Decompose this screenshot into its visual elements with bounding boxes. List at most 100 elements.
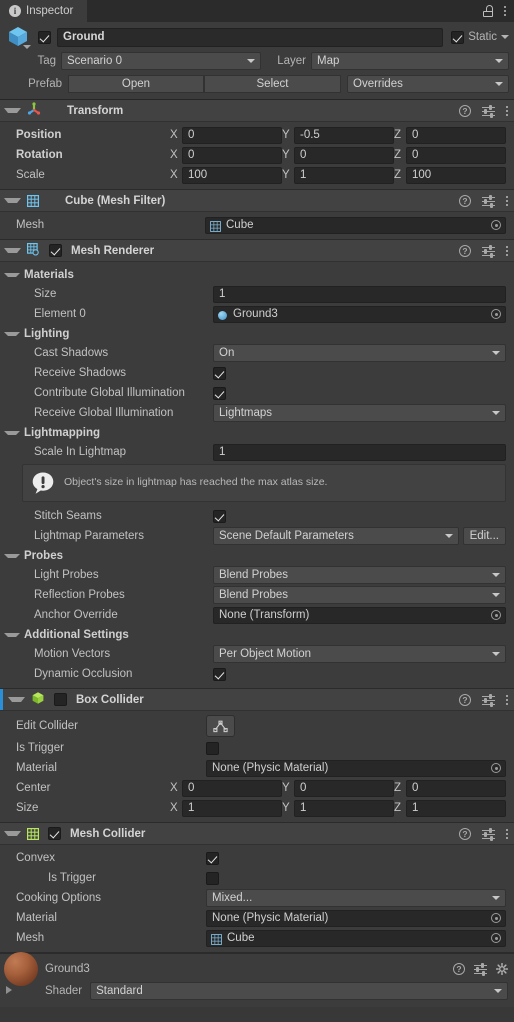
expand-triangle-icon[interactable] [4, 331, 20, 336]
receive-shadows-checkbox[interactable] [213, 366, 226, 380]
help-icon[interactable]: ? [459, 104, 471, 117]
box-material-object-field[interactable]: None (Physic Material) [206, 759, 506, 777]
dynamic-occlusion-checkbox[interactable] [213, 667, 226, 681]
object-picker-icon[interactable] [491, 913, 501, 923]
reflection-probes-dropdown[interactable]: Blend Probes [213, 586, 506, 604]
static-toggle-group[interactable]: Static [449, 30, 509, 44]
unlock-icon[interactable] [483, 5, 494, 17]
lightmap-parameters-edit-button[interactable]: Edit... [462, 527, 506, 545]
edit-collider-button[interactable] [206, 715, 235, 737]
materials-size-input[interactable]: 1 [213, 285, 506, 303]
help-icon[interactable]: ? [459, 244, 471, 257]
layer-dropdown[interactable]: Map [311, 52, 509, 70]
object-picker-icon[interactable] [491, 220, 501, 230]
cast-shadows-dropdown[interactable]: On [213, 344, 506, 362]
contribute-gi-checkbox[interactable] [213, 386, 226, 400]
expand-triangle-icon[interactable] [8, 697, 25, 702]
center-z-input[interactable]: 0 [406, 779, 506, 797]
is-trigger-checkbox[interactable] [206, 741, 219, 755]
expand-triangle-icon[interactable] [4, 632, 20, 637]
rotation-x-input[interactable]: 0 [182, 146, 282, 164]
prefab-open-button[interactable]: Open [68, 75, 204, 93]
preset-settings-icon[interactable] [474, 963, 487, 976]
expand-triangle-icon[interactable] [4, 272, 20, 277]
expand-triangle-icon[interactable] [4, 108, 21, 113]
position-y-input[interactable]: -0.5 [294, 126, 394, 144]
expand-triangle-icon[interactable] [4, 831, 21, 836]
gameobject-enabled-checkbox[interactable] [38, 30, 51, 44]
help-icon[interactable]: ? [459, 693, 471, 706]
object-picker-icon[interactable] [491, 309, 501, 319]
box-collider-enabled-checkbox[interactable] [54, 693, 67, 706]
gameobject-cube-icon[interactable] [6, 25, 32, 49]
center-y-input[interactable]: 0 [294, 779, 394, 797]
gear-icon[interactable] [495, 962, 509, 976]
rotation-y-input[interactable]: 0 [294, 146, 394, 164]
preset-settings-icon[interactable] [482, 693, 495, 707]
motion-vectors-dropdown[interactable]: Per Object Motion [213, 645, 506, 663]
rotation-z-input[interactable]: 0 [406, 146, 506, 164]
help-icon[interactable]: ? [459, 827, 471, 840]
tag-dropdown[interactable]: Scenario 0 [61, 52, 261, 70]
scale-x-input[interactable]: 100 [182, 166, 282, 184]
scale-y-input[interactable]: 1 [294, 166, 394, 184]
kebab-menu-icon[interactable] [506, 105, 508, 116]
preset-settings-icon[interactable] [482, 194, 495, 208]
position-z-input[interactable]: 0 [406, 126, 506, 144]
mesh-collider-enabled-checkbox[interactable] [48, 827, 61, 840]
size-x-input[interactable]: 1 [182, 799, 282, 817]
cooking-options-dropdown[interactable]: Mixed... [206, 889, 506, 907]
section-additional-settings[interactable]: Additional Settings [0, 625, 514, 644]
scale-z-input[interactable]: 100 [406, 166, 506, 184]
section-lightmapping[interactable]: Lightmapping [0, 423, 514, 442]
gameobject-name-input[interactable]: Ground [57, 27, 444, 47]
component-header[interactable]: Cube (Mesh Filter) ? [0, 190, 514, 212]
component-header[interactable]: Mesh Renderer ? [0, 240, 514, 262]
position-x-input[interactable]: 0 [182, 126, 282, 144]
component-header[interactable]: Mesh Collider ? [0, 823, 514, 845]
shader-dropdown[interactable]: Standard [90, 982, 508, 1000]
help-icon[interactable]: ? [453, 963, 465, 975]
mesh-collider-mesh-object-field[interactable]: Cube [206, 929, 506, 947]
kebab-menu-icon[interactable] [506, 195, 508, 206]
element0-object-field[interactable]: Ground3 [213, 305, 506, 323]
mesh-collider-material-object-field[interactable]: None (Physic Material) [206, 909, 506, 927]
size-y-input[interactable]: 1 [294, 799, 394, 817]
kebab-menu-icon[interactable] [506, 694, 508, 705]
static-chevron-down-icon[interactable] [501, 35, 509, 39]
section-materials[interactable]: Materials [0, 265, 514, 284]
object-picker-icon[interactable] [491, 933, 501, 943]
component-header[interactable]: Box Collider ? [0, 689, 514, 711]
kebab-menu-icon[interactable] [504, 6, 506, 16]
expand-triangle-icon[interactable] [4, 248, 21, 253]
lightmap-parameters-dropdown[interactable]: Scene Default Parameters [213, 527, 459, 545]
convex-checkbox[interactable] [206, 851, 219, 865]
prefab-overrides-dropdown[interactable]: Overrides [347, 75, 509, 93]
scale-in-lightmap-input[interactable]: 1 [213, 443, 506, 461]
expand-triangle-icon[interactable] [4, 553, 20, 558]
kebab-menu-icon[interactable] [506, 245, 508, 256]
prefab-select-button[interactable]: Select [204, 75, 341, 93]
expand-triangle-icon[interactable] [4, 430, 20, 435]
help-icon[interactable]: ? [459, 194, 471, 207]
object-picker-icon[interactable] [491, 610, 501, 620]
kebab-menu-icon[interactable] [506, 828, 508, 839]
static-checkbox[interactable] [451, 30, 465, 44]
expand-triangle-icon[interactable] [4, 198, 21, 203]
size-z-input[interactable]: 1 [406, 799, 506, 817]
object-picker-icon[interactable] [491, 763, 501, 773]
preset-settings-icon[interactable] [482, 104, 495, 118]
tab-inspector[interactable]: i Inspector [0, 0, 88, 22]
center-x-input[interactable]: 0 [182, 779, 282, 797]
component-header[interactable]: Transform ? [0, 100, 514, 122]
mesh-renderer-enabled-checkbox[interactable] [49, 244, 62, 257]
section-lighting[interactable]: Lighting [0, 324, 514, 343]
is-trigger-checkbox[interactable] [206, 871, 219, 885]
anchor-override-object-field[interactable]: None (Transform) [213, 606, 506, 624]
receive-gi-dropdown[interactable]: Lightmaps [213, 404, 506, 422]
expand-triangle-icon[interactable] [6, 986, 12, 994]
light-probes-dropdown[interactable]: Blend Probes [213, 566, 506, 584]
preset-settings-icon[interactable] [482, 244, 495, 258]
preset-settings-icon[interactable] [482, 827, 495, 841]
stitch-seams-checkbox[interactable] [213, 509, 226, 523]
